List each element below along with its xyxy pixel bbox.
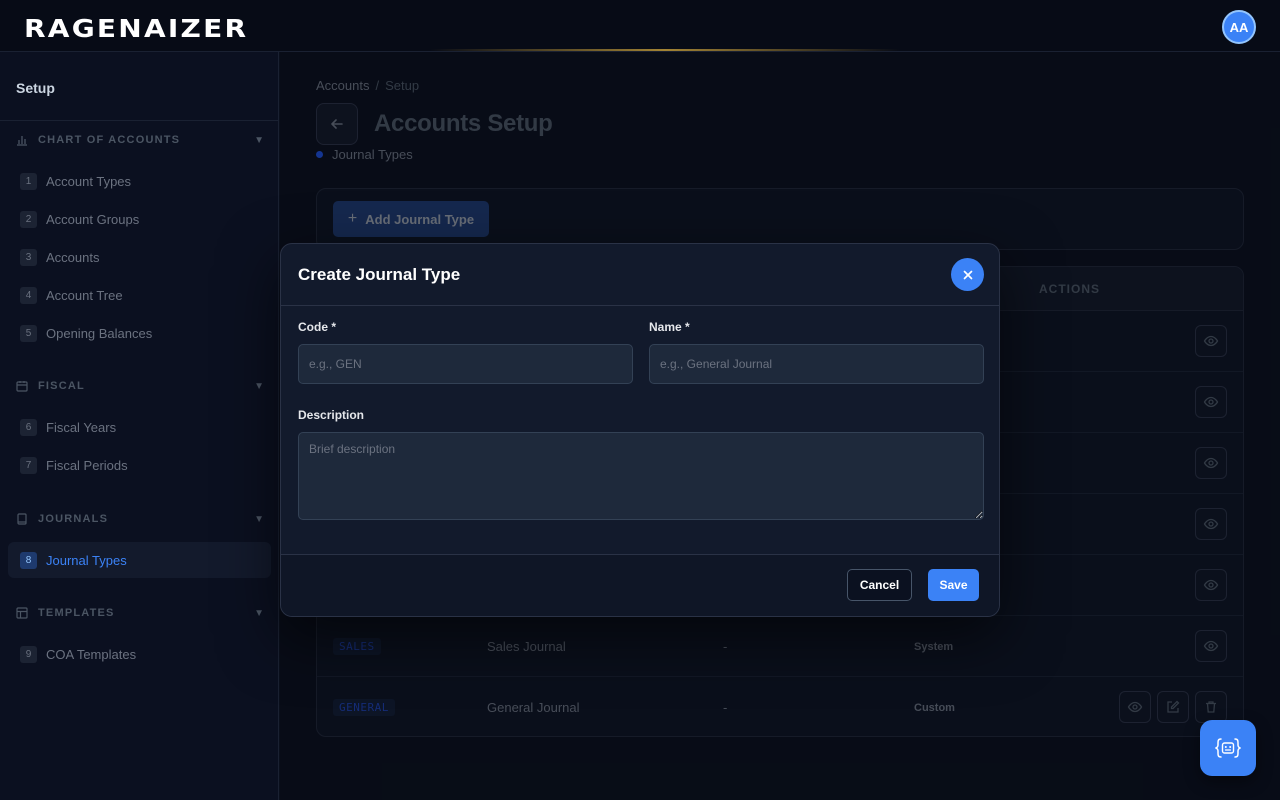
item-number: 1 xyxy=(20,172,37,190)
item-number: 4 xyxy=(20,286,37,304)
section-label: CHART OF ACCOUNTS xyxy=(38,134,181,146)
assistant-button[interactable] xyxy=(1200,720,1256,776)
chevron-down-icon: ▼ xyxy=(254,607,264,619)
section-templates[interactable]: TEMPLATES ▼ xyxy=(16,603,264,623)
bar-chart-icon xyxy=(16,134,28,146)
sidebar-item-account-tree[interactable]: 4 Account Tree xyxy=(8,277,271,313)
sidebar-divider xyxy=(0,120,279,121)
modal-footer: Cancel Save xyxy=(281,554,999,616)
sidebar-item-coa-templates[interactable]: 9 COA Templates xyxy=(8,636,271,672)
description-label: Description xyxy=(298,408,365,422)
sidebar-item-journal-types[interactable]: 8 Journal Types xyxy=(8,542,271,578)
chevron-down-icon: ▼ xyxy=(254,513,264,525)
modal-title: Create Journal Type xyxy=(298,265,461,284)
sidebar-item-fiscal-periods[interactable]: 7 Fiscal Periods xyxy=(8,447,271,483)
sidebar-item-label: Opening Balances xyxy=(46,325,153,341)
top-bar: RAGENAIZER AA xyxy=(0,0,1280,52)
sidebar-item-label: Fiscal Periods xyxy=(46,457,128,473)
section-label: FISCAL xyxy=(38,380,85,392)
cancel-button[interactable]: Cancel xyxy=(847,569,912,601)
sidebar-item-fiscal-years[interactable]: 6 Fiscal Years xyxy=(8,409,271,445)
book-icon xyxy=(16,513,28,525)
app-logo[interactable]: RAGENAIZER xyxy=(24,14,248,43)
section-label: JOURNALS xyxy=(38,513,109,525)
item-number: 9 xyxy=(20,645,37,663)
user-avatar[interactable]: AA xyxy=(1222,10,1256,44)
modal-header: Create Journal Type xyxy=(281,244,999,306)
sidebar-item-opening-balances[interactable]: 5 Opening Balances xyxy=(8,315,271,351)
sidebar: Setup CHART OF ACCOUNTS ▼ 1 Account Type… xyxy=(0,52,279,800)
create-journal-type-modal: Create Journal Type Code * Name * Descri… xyxy=(280,243,1000,617)
sidebar-item-label: COA Templates xyxy=(46,646,137,662)
sidebar-item-label: Account Types xyxy=(46,173,132,189)
calendar-icon xyxy=(16,380,28,392)
sidebar-item-accounts[interactable]: 3 Accounts xyxy=(8,239,271,275)
close-icon xyxy=(963,270,972,279)
sidebar-item-label: Fiscal Years xyxy=(46,419,117,435)
code-input[interactable] xyxy=(298,344,633,384)
grid-icon xyxy=(16,607,28,619)
sidebar-title: Setup xyxy=(16,80,55,96)
sidebar-item-account-types[interactable]: 1 Account Types xyxy=(8,163,271,199)
item-number: 8 xyxy=(20,551,37,569)
save-button[interactable]: Save xyxy=(928,569,979,601)
item-number: 7 xyxy=(20,456,37,474)
close-button[interactable] xyxy=(951,258,984,291)
section-label: TEMPLATES xyxy=(38,607,115,619)
chevron-down-icon: ▼ xyxy=(254,380,264,392)
name-input[interactable] xyxy=(649,344,984,384)
description-textarea[interactable] xyxy=(298,432,984,520)
item-number: 6 xyxy=(20,418,37,436)
item-number: 5 xyxy=(20,324,37,342)
sidebar-item-label: Account Tree xyxy=(46,287,123,303)
sidebar-item-label: Account Groups xyxy=(46,211,140,227)
sidebar-item-label: Journal Types xyxy=(46,552,127,568)
name-label: Name * xyxy=(649,320,690,334)
item-number: 3 xyxy=(20,248,37,266)
item-number: 2 xyxy=(20,210,37,228)
sidebar-item-label: Accounts xyxy=(46,249,100,265)
section-journals[interactable]: JOURNALS ▼ xyxy=(16,509,264,529)
section-fiscal[interactable]: FISCAL ▼ xyxy=(16,376,264,396)
chevron-down-icon: ▼ xyxy=(254,134,264,146)
header-glow-line xyxy=(430,49,900,51)
sidebar-item-account-groups[interactable]: 2 Account Groups xyxy=(8,201,271,237)
code-label: Code * xyxy=(298,320,337,334)
assistant-icon xyxy=(1215,738,1241,758)
section-chart-of-accounts[interactable]: CHART OF ACCOUNTS ▼ xyxy=(16,130,264,150)
